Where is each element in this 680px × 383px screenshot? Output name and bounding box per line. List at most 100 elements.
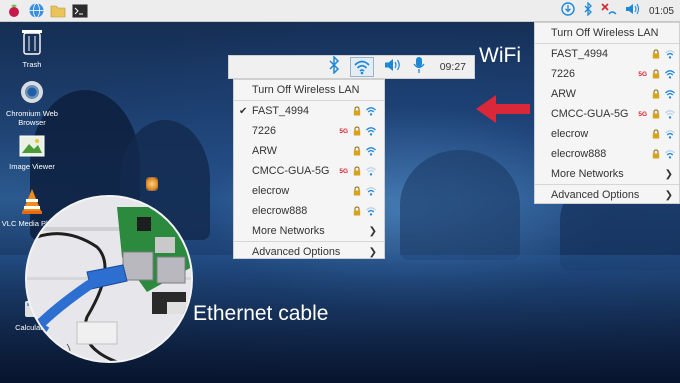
- vlc-icon: [0, 188, 64, 216]
- ethernet-photo: [25, 195, 193, 363]
- panel-clock[interactable]: 09:27: [440, 61, 466, 73]
- five-g-badge: 5G: [638, 70, 647, 78]
- network-ssid: elecrow: [252, 185, 290, 197]
- network-item[interactable]: 7226 5G: [234, 121, 384, 141]
- lock-icon: [652, 129, 660, 139]
- checkmark-icon: ✔: [239, 105, 248, 117]
- desktop-icon-trash[interactable]: Trash: [0, 27, 64, 69]
- network-ssid: elecrow888: [551, 148, 607, 160]
- zoomed-panel-bar: 09:27: [228, 54, 475, 79]
- volume-icon[interactable]: [625, 2, 641, 21]
- network-ssid: CMCC-GUA-5G: [551, 108, 629, 120]
- desktop-icon-image-viewer[interactable]: Image Viewer: [0, 135, 64, 171]
- network-item[interactable]: elecrow: [234, 181, 384, 201]
- turn-off-wlan-item[interactable]: Turn Off Wireless LAN: [535, 23, 679, 43]
- desktop-icon-label: Chromium Web Browser: [6, 109, 58, 127]
- network-item[interactable]: CMCC-GUA-5G 5G: [234, 161, 384, 181]
- chevron-right-icon: ❯: [368, 225, 377, 237]
- wifi-signal-icon: [366, 146, 376, 156]
- ethernet-callout-label: Ethernet cable: [193, 302, 329, 325]
- desktop-icon-chromium[interactable]: Chromium Web Browser: [0, 80, 64, 127]
- wifi-signal-icon: [366, 186, 376, 196]
- bluetooth-icon[interactable]: [583, 0, 593, 21]
- raspberry-icon[interactable]: [6, 3, 22, 19]
- advanced-options-item[interactable]: Advanced Options ❯: [535, 185, 679, 205]
- network-ssid: FAST_4994: [252, 105, 310, 117]
- network-ssid: 7226: [252, 125, 277, 137]
- bluetooth-icon[interactable]: [328, 54, 340, 79]
- network-item[interactable]: ARW: [234, 141, 384, 161]
- lock-icon: [353, 186, 361, 196]
- network-item[interactable]: elecrow888: [234, 201, 384, 221]
- lock-icon: [652, 109, 660, 119]
- lock-icon: [652, 89, 660, 99]
- five-g-badge: 5G: [339, 167, 348, 175]
- wifi-signal-icon: [366, 106, 376, 116]
- lantern: [146, 177, 158, 191]
- wifi-signal-icon: [366, 126, 376, 136]
- menu-item-label: Turn Off Wireless LAN: [252, 84, 360, 96]
- more-networks-item[interactable]: More Networks ❯: [535, 164, 679, 184]
- network-ssid: CMCC-GUA-5G: [252, 165, 330, 177]
- network-ssid: elecrow888: [252, 205, 308, 217]
- five-g-badge: 5G: [638, 110, 647, 118]
- wifi-signal-icon: [366, 206, 376, 216]
- lock-icon: [652, 69, 660, 79]
- desktop-icon-label: Image Viewer: [9, 162, 55, 171]
- chromium-icon: [0, 80, 64, 106]
- globe-icon[interactable]: [28, 3, 44, 19]
- network-item[interactable]: elecrow888: [535, 144, 679, 164]
- lock-icon: [652, 149, 660, 159]
- lock-icon: [353, 206, 361, 216]
- network-item[interactable]: CMCC-GUA-5G 5G: [535, 104, 679, 124]
- wifi-signal-icon: [665, 129, 675, 139]
- wifi-callout-label: WiFi: [479, 44, 521, 67]
- wifi-signal-icon: [366, 166, 376, 176]
- network-ssid: ARW: [252, 145, 277, 157]
- lock-icon: [353, 126, 361, 136]
- wifi-signal-icon: [665, 149, 675, 159]
- five-g-badge: 5G: [339, 127, 348, 135]
- wifi-icon[interactable]: [349, 57, 374, 77]
- network-ssid: elecrow: [551, 128, 589, 140]
- chevron-right-icon: ❯: [664, 168, 673, 180]
- advanced-options-item[interactable]: Advanced Options ❯: [234, 242, 384, 262]
- taskbar-clock[interactable]: 01:05: [649, 6, 674, 17]
- lock-icon: [353, 106, 361, 116]
- top-taskbar: 01:05: [0, 0, 680, 22]
- wifi-menu-zoomed: Turn Off Wireless LAN ✔ FAST_4994 7226 5G ARW…: [233, 79, 385, 259]
- lock-icon: [353, 166, 361, 176]
- network-item[interactable]: elecrow: [535, 124, 679, 144]
- wifi-signal-icon: [665, 89, 675, 99]
- chevron-right-icon: ❯: [368, 246, 377, 258]
- chevron-right-icon: ❯: [664, 189, 673, 201]
- wifi-signal-icon: [665, 109, 675, 119]
- menu-item-label: Advanced Options: [551, 189, 640, 201]
- turn-off-wlan-item[interactable]: Turn Off Wireless LAN: [234, 80, 384, 100]
- network-item[interactable]: ✔ FAST_4994: [234, 101, 384, 121]
- menu-item-label: More Networks: [551, 168, 624, 180]
- trash-icon: [0, 27, 64, 57]
- folder-icon[interactable]: [50, 3, 66, 19]
- mountain-silhouette: [400, 150, 520, 260]
- desktop-icon-label: Trash: [22, 60, 42, 69]
- wifi-signal-icon: [665, 69, 675, 79]
- lock-icon: [652, 49, 660, 59]
- lock-icon: [353, 146, 361, 156]
- more-networks-item[interactable]: More Networks ❯: [234, 221, 384, 241]
- wifi-signal-icon: [665, 49, 675, 59]
- wifi-menu: Turn Off Wireless LAN FAST_4994 7226 5G ARW C…: [534, 22, 680, 204]
- network-ssid: ARW: [551, 88, 576, 100]
- network-item[interactable]: FAST_4994: [535, 44, 679, 64]
- menu-item-label: Advanced Options: [252, 246, 341, 258]
- terminal-icon[interactable]: [72, 3, 88, 19]
- network-item[interactable]: 7226 5G: [535, 64, 679, 84]
- network-disconnected-icon[interactable]: [601, 2, 617, 21]
- menu-item-label: More Networks: [252, 225, 325, 237]
- microphone-icon[interactable]: [412, 56, 426, 79]
- pointer-arrow: [474, 92, 532, 131]
- network-item[interactable]: ARW: [535, 84, 679, 104]
- volume-icon[interactable]: [384, 57, 402, 78]
- update-icon[interactable]: [561, 1, 575, 21]
- image-viewer-icon: [0, 135, 64, 159]
